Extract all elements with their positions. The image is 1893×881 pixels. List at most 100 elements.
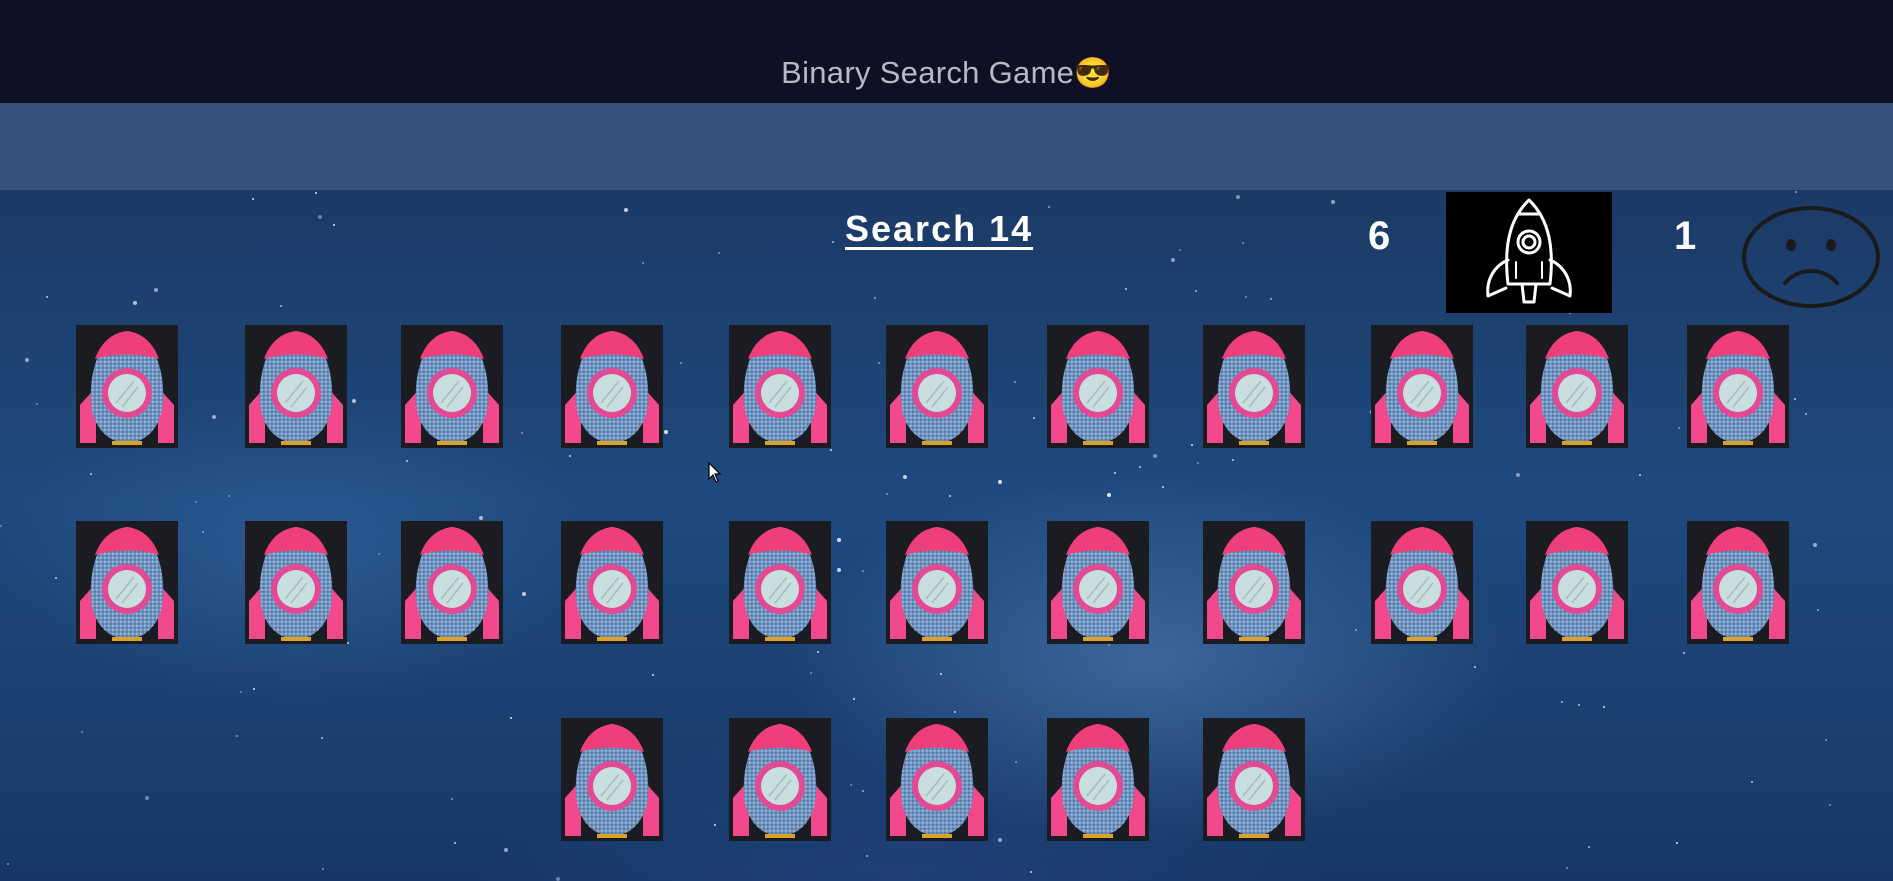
sad-face-icon: [1741, 205, 1881, 309]
rocket-egg-icon: [1691, 527, 1785, 641]
star: [1191, 444, 1193, 446]
rocket-tile[interactable]: [1047, 325, 1149, 448]
rocket-egg-icon: [1207, 724, 1301, 838]
star: [253, 688, 255, 690]
star: [1107, 493, 1111, 497]
star: [886, 493, 888, 495]
rocket-tile[interactable]: [561, 521, 663, 644]
star: [454, 842, 456, 844]
rocket-tile[interactable]: [729, 521, 831, 644]
rocket-tile[interactable]: [886, 718, 988, 841]
star: [240, 691, 242, 693]
star: [1676, 842, 1678, 844]
rocket-egg-icon: [1207, 331, 1301, 445]
rocket-tile[interactable]: [1203, 521, 1305, 644]
star: [1639, 474, 1641, 476]
sunglasses-emoji-icon: 😎: [1074, 57, 1112, 90]
rocket-tile[interactable]: [1687, 325, 1789, 448]
star: [652, 674, 654, 676]
rocket-egg-icon: [1207, 527, 1301, 641]
star: [236, 735, 238, 737]
star: [850, 784, 852, 786]
star: [406, 460, 408, 462]
star: [1566, 867, 1568, 869]
star: [1751, 781, 1753, 783]
star: [1114, 472, 1116, 474]
star: [866, 855, 868, 857]
star: [1588, 846, 1590, 848]
star: [347, 642, 349, 644]
search-target-heading: Search 14: [845, 208, 1034, 249]
rocket-egg-icon: [733, 331, 827, 445]
star: [862, 790, 864, 792]
rocket-tile[interactable]: [561, 718, 663, 841]
star: [479, 516, 483, 520]
star: [680, 362, 682, 364]
star: [624, 208, 628, 212]
attempts-counter: 6: [1368, 214, 1391, 258]
rocket-egg-icon: [80, 527, 174, 641]
star: [228, 495, 230, 497]
rocket-tile[interactable]: [401, 521, 503, 644]
star: [1139, 466, 1141, 468]
rocket-egg-icon: [1530, 527, 1624, 641]
star: [90, 473, 92, 475]
rocket-tile[interactable]: [1371, 521, 1473, 644]
rocket-tile[interactable]: [886, 521, 988, 644]
rocket-tile[interactable]: [401, 325, 503, 448]
rocket-egg-icon: [1691, 331, 1785, 445]
star: [949, 495, 951, 497]
star: [318, 215, 322, 219]
rocket-egg-icon: [1051, 527, 1145, 641]
rocket-tile[interactable]: [729, 325, 831, 448]
rocket-tile[interactable]: [1047, 521, 1149, 644]
rocket-tile[interactable]: [1047, 718, 1149, 841]
header-band: [0, 103, 1893, 190]
rocket-tile[interactable]: [245, 325, 347, 448]
star: [940, 673, 942, 675]
rocket-tile[interactable]: [76, 521, 178, 644]
rocket-egg-icon: [1051, 724, 1145, 838]
star: [714, 824, 716, 826]
rocket-tile[interactable]: [1526, 325, 1628, 448]
star: [1153, 454, 1157, 458]
star: [817, 651, 819, 653]
star: [810, 672, 812, 674]
star: [1578, 704, 1580, 706]
star: [280, 305, 282, 307]
rocket-tile[interactable]: [1526, 521, 1628, 644]
star: [853, 698, 855, 700]
star: [1236, 195, 1240, 199]
rocket-tile[interactable]: [886, 325, 988, 448]
star: [862, 570, 864, 572]
star: [1825, 739, 1827, 741]
rocket-egg-icon: [249, 527, 343, 641]
star: [333, 224, 335, 226]
rocket-tile[interactable]: [1687, 521, 1789, 644]
rocket-tile[interactable]: [1203, 718, 1305, 841]
mouse-cursor-icon: [708, 461, 722, 488]
star: [1805, 413, 1807, 415]
star: [832, 241, 834, 243]
star: [451, 798, 453, 800]
rocket-egg-icon: [1375, 527, 1469, 641]
rocket-tile[interactable]: [1371, 325, 1473, 448]
rocket-egg-icon: [565, 331, 659, 445]
rocket-egg-icon: [565, 527, 659, 641]
star: [1242, 242, 1244, 244]
rocket-tile[interactable]: [729, 718, 831, 841]
rocket-egg-icon: [733, 724, 827, 838]
star: [1232, 459, 1234, 461]
star: [1355, 629, 1357, 631]
star: [1603, 706, 1605, 708]
star: [998, 480, 1002, 484]
rocket-tile[interactable]: [561, 325, 663, 448]
star: [874, 297, 876, 299]
rocket-tile[interactable]: [245, 521, 347, 644]
star: [837, 568, 841, 572]
rocket-tile[interactable]: [1203, 325, 1305, 448]
star: [154, 288, 158, 292]
rocket-tile[interactable]: [76, 325, 178, 448]
rocket-egg-icon: [249, 331, 343, 445]
star: [81, 731, 83, 733]
